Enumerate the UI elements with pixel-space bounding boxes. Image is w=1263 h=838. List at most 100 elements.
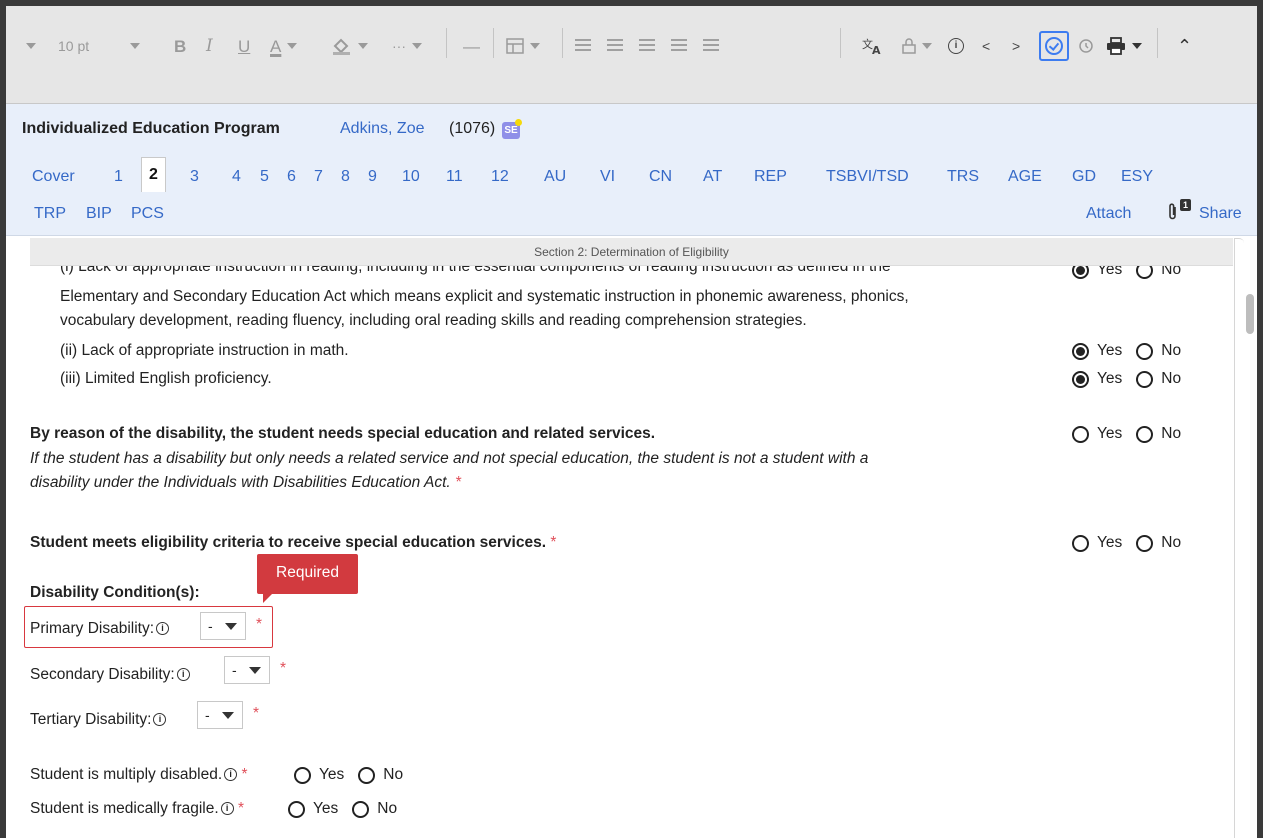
info-icon[interactable]: i — [948, 34, 964, 58]
needs-no-radio[interactable] — [1136, 425, 1154, 443]
tab-10[interactable]: 10 — [402, 162, 420, 192]
prev-icon[interactable]: < — [982, 34, 990, 58]
caret-icon[interactable] — [20, 34, 36, 58]
meets-criteria-question: Student meets eligibility criteria to re… — [30, 534, 556, 552]
multiply-no-radio[interactable] — [358, 766, 376, 784]
caret-icon[interactable] — [124, 34, 140, 58]
content-border — [1234, 238, 1244, 838]
tab-5[interactable]: 5 — [260, 162, 269, 192]
tertiary-disability-text: Tertiary Disability: — [30, 711, 152, 728]
tab-12[interactable]: 12 — [491, 162, 509, 192]
bullet-list-icon[interactable] — [607, 34, 623, 58]
tab-trp[interactable]: TRP — [34, 199, 66, 229]
tab-7[interactable]: 7 — [314, 162, 323, 192]
no-label: No — [1161, 370, 1182, 387]
align-icon[interactable] — [703, 34, 719, 58]
criterion-ii-yes-radio[interactable] — [1072, 342, 1089, 360]
info-icon[interactable]: i — [224, 768, 238, 782]
paperclip-icon[interactable] — [1167, 203, 1179, 226]
print-icon[interactable] — [1106, 34, 1142, 58]
student-name-link[interactable]: Adkins, Zoe — [340, 120, 424, 138]
required-asterisk: * — [237, 800, 245, 817]
fill-color-icon[interactable] — [332, 34, 368, 58]
editor-toolbar: 10 pt B I U A ··· — 文A i < > ⌃ — [6, 6, 1257, 104]
outdent-icon[interactable] — [671, 34, 687, 58]
tab-at[interactable]: AT — [703, 162, 722, 192]
tab-pcs[interactable]: PCS — [131, 199, 164, 229]
criterion-iii-no-radio[interactable] — [1136, 370, 1154, 388]
page-title: Individualized Education Program — [22, 120, 280, 137]
tab-9[interactable]: 9 — [368, 162, 377, 192]
info-icon[interactable]: i — [220, 802, 234, 816]
student-id: (1076) — [449, 120, 496, 137]
underline-icon[interactable]: U — [238, 34, 250, 58]
bold-icon[interactable]: B — [174, 34, 186, 58]
tab-8[interactable]: 8 — [341, 162, 350, 192]
tab-esy[interactable]: ESY — [1121, 162, 1153, 192]
meets-no-radio[interactable] — [1136, 534, 1154, 552]
tab-cover[interactable]: Cover — [32, 162, 75, 192]
meets-yes-radio[interactable] — [1072, 534, 1089, 552]
tab-tsbvi-tsd[interactable]: TSBVI/TSD — [826, 162, 909, 192]
check-circle-icon[interactable] — [1039, 31, 1069, 61]
tab-rep[interactable]: REP — [754, 162, 787, 192]
info-icon[interactable]: i — [176, 668, 190, 682]
tab-6[interactable]: 6 — [287, 162, 296, 192]
tab-11[interactable]: 11 — [446, 162, 463, 192]
numbered-list-icon[interactable] — [575, 34, 591, 58]
attach-link[interactable]: Attach — [1086, 199, 1131, 229]
se-badge-label: SE — [504, 125, 518, 136]
disability-conditions-heading: Disability Condition(s): — [30, 584, 200, 601]
fragile-yes-radio[interactable] — [288, 800, 305, 818]
medically-fragile-label: Student is medically fragile. i * — [30, 800, 244, 818]
primary-disability-select[interactable]: - — [200, 612, 246, 640]
history-icon[interactable] — [1078, 34, 1094, 58]
more-icon[interactable]: ··· — [392, 34, 422, 58]
document-header: Individualized Education Program Adkins,… — [6, 104, 1257, 236]
multiply-disabled-label: Student is multiply disabled. i * — [30, 766, 248, 784]
font-size-select[interactable]: 10 pt — [58, 34, 89, 58]
criterion-iii-yes-radio[interactable] — [1072, 370, 1089, 388]
se-badge[interactable]: SE — [502, 119, 522, 139]
tab-gd[interactable]: GD — [1072, 162, 1096, 192]
secondary-disability-select[interactable]: - — [224, 656, 270, 684]
criterion-iii: (iii) Limited English proficiency. — [60, 370, 272, 387]
fragile-no-radio[interactable] — [352, 800, 370, 818]
indent-icon[interactable] — [639, 34, 655, 58]
toolbar-divider — [840, 28, 841, 58]
tab-4[interactable]: 4 — [232, 162, 241, 192]
needs-yes-radio[interactable] — [1072, 425, 1089, 443]
italic-icon[interactable]: I — [206, 34, 213, 58]
tab-bip[interactable]: BIP — [86, 199, 112, 229]
share-link[interactable]: Share — [1199, 199, 1242, 229]
scrollbar-thumb[interactable] — [1246, 294, 1254, 334]
medically-fragile-radio-group: Yes No — [288, 800, 397, 818]
next-icon[interactable]: > — [1012, 34, 1020, 58]
tab-vi[interactable]: VI — [600, 162, 615, 192]
multiply-yes-radio[interactable] — [294, 766, 311, 784]
tab-1[interactable]: 1 — [114, 162, 123, 192]
font-size-value: 10 pt — [58, 38, 90, 54]
criterion-ii-no-radio[interactable] — [1136, 342, 1154, 360]
tab-cn[interactable]: CN — [649, 162, 672, 192]
toolbar-divider — [562, 28, 563, 58]
tab-age[interactable]: AGE — [1008, 162, 1042, 192]
tab-au[interactable]: AU — [544, 162, 566, 192]
horizontal-rule-icon[interactable]: — — [463, 34, 480, 58]
tab-trs[interactable]: TRS — [947, 162, 979, 192]
collapse-icon[interactable]: ⌃ — [1177, 34, 1192, 58]
lock-icon[interactable] — [902, 34, 932, 58]
tertiary-disability-select[interactable]: - — [197, 701, 243, 729]
tab-3[interactable]: 3 — [190, 162, 199, 192]
table-icon[interactable] — [506, 34, 540, 58]
required-asterisk: * — [256, 616, 263, 633]
attachment-count-badge: 1 — [1180, 199, 1191, 211]
required-tooltip: Required — [257, 554, 358, 603]
translate-icon[interactable]: 文A — [862, 34, 884, 58]
info-icon[interactable]: i — [153, 713, 167, 727]
info-icon[interactable]: i — [156, 622, 170, 636]
select-value: - — [232, 662, 237, 678]
tab-2[interactable]: 2 — [141, 157, 166, 192]
required-asterisk: * — [280, 660, 287, 677]
font-color-icon[interactable]: A — [270, 34, 298, 58]
